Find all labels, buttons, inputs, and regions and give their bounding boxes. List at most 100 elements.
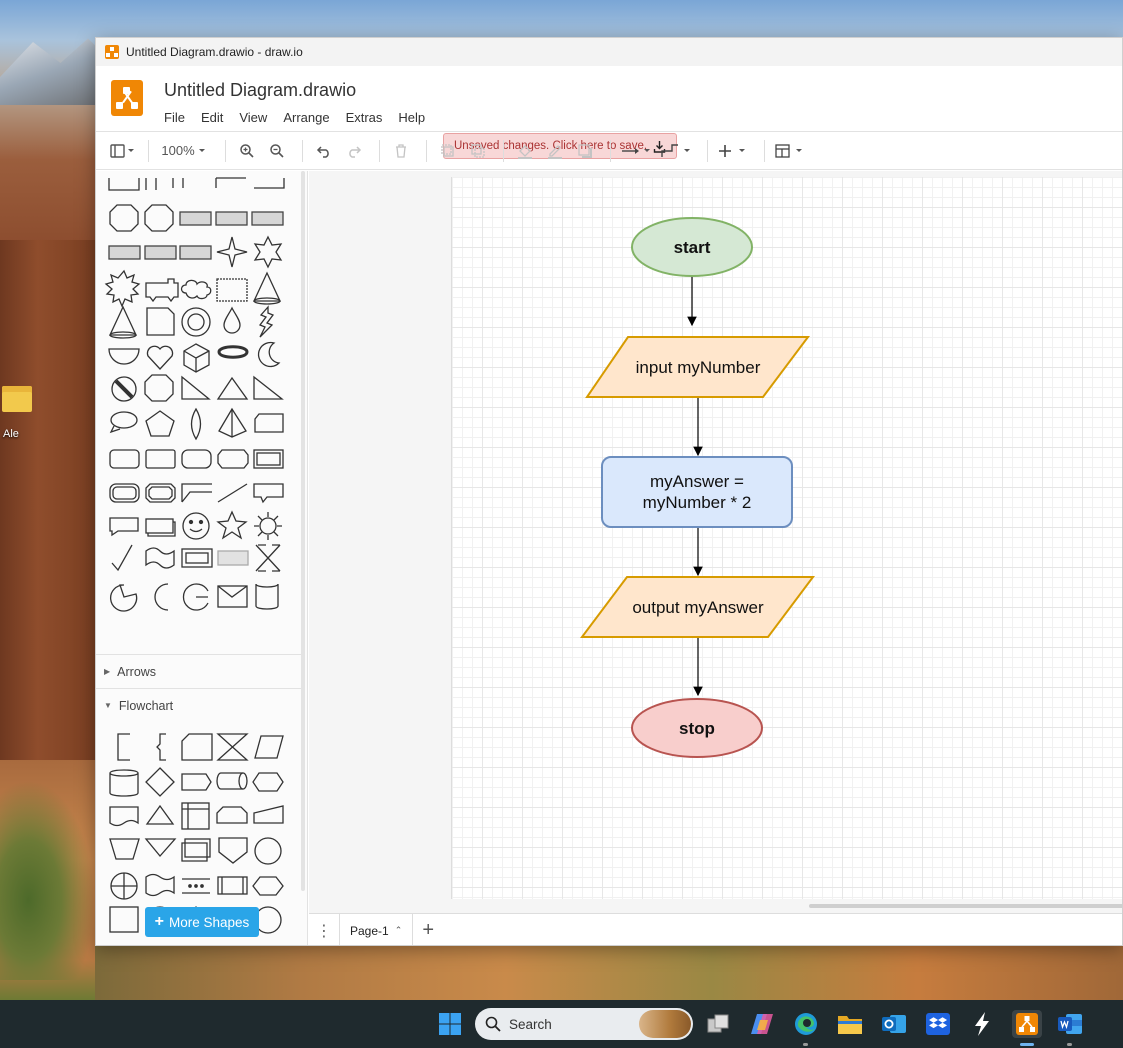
windows-start-button[interactable] xyxy=(436,1010,464,1038)
drawio-app-icon xyxy=(105,45,119,59)
word-icon xyxy=(1058,1014,1082,1034)
fill-color-button[interactable] xyxy=(512,138,538,164)
desktop-icon-label: Ale xyxy=(3,428,19,440)
drawio-logo-icon xyxy=(111,80,143,116)
zoom-value: 100% xyxy=(161,143,195,158)
more-shapes-label: More Shapes xyxy=(169,914,250,930)
redo-button[interactable] xyxy=(341,138,367,164)
general-shapes-palette xyxy=(104,177,285,612)
node-stop-label[interactable]: stop xyxy=(632,710,762,746)
windows-logo-icon xyxy=(439,1013,461,1035)
line-color-button[interactable] xyxy=(542,138,568,164)
folder-icon xyxy=(2,386,32,412)
flowchart-shapes-palette xyxy=(109,733,284,934)
node-input-label[interactable]: input myNumber xyxy=(592,349,804,385)
menu-arrange[interactable]: Arrange xyxy=(283,110,329,125)
outlook-icon xyxy=(882,1015,906,1033)
insert-button[interactable] xyxy=(716,138,752,164)
lightning-icon xyxy=(975,1012,989,1036)
menu-file[interactable]: File xyxy=(164,110,185,125)
caret-up-icon[interactable]: ⌃ xyxy=(395,925,403,936)
menu-view[interactable]: View xyxy=(239,110,267,125)
add-page-button[interactable]: + xyxy=(413,919,443,942)
outlook-button[interactable] xyxy=(880,1010,908,1038)
word-running-indicator xyxy=(1067,1043,1072,1046)
drawio-app-icon xyxy=(1016,1013,1038,1035)
section-arrows-label: Arrows xyxy=(117,664,157,679)
page-tab-1[interactable]: Page-1 ⌃ xyxy=(339,913,414,945)
connection-style-button[interactable] xyxy=(619,138,655,164)
diagram-canvas[interactable]: start input myNumber myAnswer = myNumber… xyxy=(309,171,1122,913)
word-button[interactable] xyxy=(1056,1010,1084,1038)
caret-down-icon: ▼ xyxy=(104,701,112,710)
canvas-horizontal-scrollbar[interactable] xyxy=(809,904,1122,908)
copilot-button[interactable] xyxy=(748,1010,776,1038)
taskbar-search[interactable]: Search xyxy=(475,1008,693,1040)
zoom-in-button[interactable] xyxy=(234,138,260,164)
zoom-out-icon xyxy=(270,143,284,158)
taskbar: Search xyxy=(0,1000,1123,1048)
plus-icon xyxy=(719,144,745,157)
menu-extras[interactable]: Extras xyxy=(346,110,383,125)
paint-bucket-icon xyxy=(518,144,532,159)
zoom-in-icon xyxy=(240,143,254,158)
app-header: Untitled Diagram.drawio File Edit View A… xyxy=(96,66,1122,159)
edge-browser-icon xyxy=(795,1013,817,1035)
search-placeholder: Search xyxy=(509,1016,552,1032)
file-explorer-button[interactable] xyxy=(836,1010,864,1038)
format-panel-toggle[interactable] xyxy=(110,138,136,164)
cursor-app-button[interactable] xyxy=(968,1010,996,1038)
dropbox-icon xyxy=(926,1013,950,1035)
sidebar-scrollbar[interactable] xyxy=(301,171,305,891)
section-arrows[interactable]: ▶ Arrows xyxy=(96,654,301,688)
chevron-down-icon xyxy=(198,148,205,152)
node-start-label[interactable]: start xyxy=(632,229,752,265)
node-output-label[interactable]: output myAnswer xyxy=(587,589,809,625)
shapes-sidebar: ▶ Arrows ▼ Flowchart + More Shapes xyxy=(96,171,308,945)
section-flowchart[interactable]: ▼ Flowchart xyxy=(96,688,301,722)
copilot-icon xyxy=(751,1014,773,1034)
menu-edit[interactable]: Edit xyxy=(201,110,223,125)
to-back-button[interactable] xyxy=(465,138,491,164)
menu-bar: File Edit View Arrange Extras Help xyxy=(164,110,441,125)
task-view-button[interactable] xyxy=(704,1010,732,1038)
title-bar[interactable]: Untitled Diagram.drawio - draw.io xyxy=(96,38,1122,66)
pages-menu-icon[interactable]: ⋮ xyxy=(309,921,339,941)
table-button[interactable] xyxy=(773,138,809,164)
redo-icon xyxy=(349,145,362,158)
wallpaper-mountain xyxy=(0,38,110,105)
wallpaper-ground xyxy=(95,946,1123,1000)
wallpaper-kasbah xyxy=(0,240,95,760)
workspace: ▶ Arrows ▼ Flowchart + More Shapes start… xyxy=(96,171,1122,945)
arrow-right-icon xyxy=(622,147,650,154)
undo-button[interactable] xyxy=(311,138,337,164)
more-shapes-button[interactable]: + More Shapes xyxy=(145,907,259,937)
edge-button[interactable] xyxy=(792,1010,820,1038)
waypoints-button[interactable] xyxy=(659,138,695,164)
to-front-icon xyxy=(441,143,454,157)
pencil-icon xyxy=(548,144,562,159)
trash-icon xyxy=(396,144,406,158)
search-icon xyxy=(485,1016,501,1032)
drawio-active-indicator xyxy=(1020,1043,1034,1046)
elbow-connector-icon xyxy=(661,143,690,157)
document-title[interactable]: Untitled Diagram.drawio xyxy=(164,80,356,101)
drawio-taskbar-button[interactable] xyxy=(1012,1010,1042,1038)
plus-icon: + xyxy=(154,913,165,930)
to-front-button[interactable] xyxy=(435,138,461,164)
zoom-select[interactable]: 100% xyxy=(157,138,213,164)
page-tab-label: Page-1 xyxy=(350,923,389,938)
delete-button[interactable] xyxy=(388,138,414,164)
menu-help[interactable]: Help xyxy=(398,110,425,125)
node-process-label[interactable]: myAnswer = myNumber * 2 xyxy=(602,460,792,524)
to-back-icon xyxy=(471,143,485,158)
diagram-page[interactable]: start input myNumber myAnswer = myNumber… xyxy=(451,177,1122,899)
section-flowchart-label: Flowchart xyxy=(118,698,174,713)
zoom-out-button[interactable] xyxy=(264,138,290,164)
desktop-folder-icon[interactable]: Ale xyxy=(0,380,40,440)
shadow-button[interactable] xyxy=(572,138,598,164)
toolbar: 100% xyxy=(96,132,1122,170)
table-icon xyxy=(775,143,802,158)
shadow-icon xyxy=(578,143,592,158)
dropbox-button[interactable] xyxy=(924,1010,952,1038)
